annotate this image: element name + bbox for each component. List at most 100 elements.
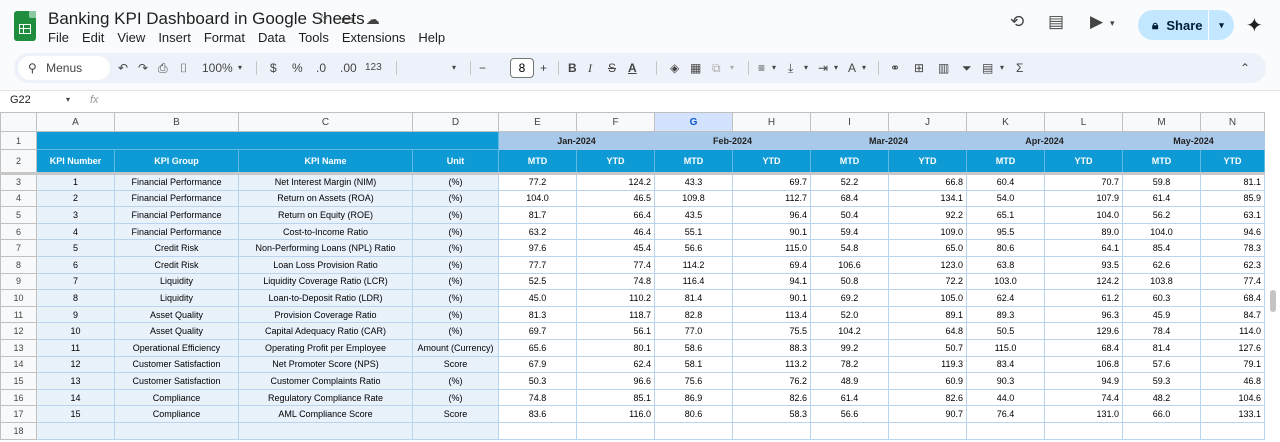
empty-cell[interactable] (576, 421, 655, 440)
unit-cell[interactable]: Amount (Currency) (412, 338, 499, 357)
value-cell[interactable]: 43.3 (654, 173, 733, 191)
value-cell[interactable]: 44.0 (966, 388, 1045, 407)
row-header[interactable]: 17 (0, 405, 37, 423)
name-box-chevron-icon[interactable]: ▾ (66, 95, 70, 104)
decrease-decimal-button[interactable]: .0 (316, 59, 326, 77)
kpi-group-cell[interactable]: Financial Performance (114, 222, 239, 241)
value-cell[interactable]: 60.3 (1122, 289, 1201, 307)
empty-cell[interactable] (1200, 421, 1265, 440)
bold-button[interactable]: B (568, 59, 577, 77)
value-cell[interactable]: 65.6 (498, 338, 577, 357)
kpi-number-cell[interactable]: 4 (36, 222, 115, 241)
value-cell[interactable]: 74.8 (498, 388, 577, 407)
empty-cell[interactable] (1044, 421, 1123, 440)
unit-cell[interactable]: Score (412, 355, 499, 374)
unit-cell[interactable]: (%) (412, 388, 499, 407)
gemini-sparkle-icon[interactable]: ✦ (1246, 13, 1263, 38)
search-menus-input[interactable]: ⚲ Menus (18, 56, 110, 80)
value-cell[interactable]: 61.2 (1044, 289, 1123, 307)
empty-cell[interactable] (966, 421, 1045, 440)
value-cell[interactable]: 68.4 (1200, 289, 1265, 307)
value-cell[interactable]: 80.6 (654, 405, 733, 423)
unit-cell[interactable]: (%) (412, 189, 499, 208)
print-icon[interactable]: ⎙ (158, 59, 168, 77)
kpi-number-cell[interactable]: 15 (36, 405, 115, 423)
name-box[interactable]: G22 (10, 94, 31, 106)
column-header-l[interactable]: L (1044, 112, 1123, 132)
row-header[interactable]: 11 (0, 305, 37, 324)
zoom-chevron-icon[interactable]: ▾ (238, 59, 242, 77)
horizontal-align-icon[interactable]: ≡ (758, 59, 765, 77)
value-cell[interactable]: 46.8 (1200, 372, 1265, 390)
column-header-j[interactable]: J (888, 112, 967, 132)
menu-item-help[interactable]: Help (418, 30, 445, 45)
value-cell[interactable]: 78.3 (1200, 239, 1265, 257)
kpi-group-cell[interactable]: Liquidity (114, 272, 239, 291)
value-cell[interactable]: 61.4 (810, 388, 889, 407)
row-header[interactable]: 5 (0, 206, 37, 224)
value-cell[interactable]: 74.4 (1044, 388, 1123, 407)
value-cell[interactable]: 88.3 (732, 338, 811, 357)
row-header[interactable]: 13 (0, 338, 37, 357)
value-cell[interactable]: 82.6 (732, 388, 811, 407)
kpi-group-cell[interactable]: Asset Quality (114, 305, 239, 324)
value-cell[interactable]: 116.0 (576, 405, 655, 423)
value-cell[interactable]: 106.8 (1044, 355, 1123, 374)
unit-cell[interactable]: (%) (412, 222, 499, 241)
value-cell[interactable]: 75.5 (732, 322, 811, 340)
value-cell[interactable]: 68.4 (1044, 338, 1123, 357)
value-cell[interactable]: 63.8 (966, 255, 1045, 274)
kpi-number-cell[interactable]: 11 (36, 338, 115, 357)
insert-chart-icon[interactable]: ▥ (938, 59, 949, 77)
value-cell[interactable]: 99.2 (810, 338, 889, 357)
kpi-group-cell[interactable]: Asset Quality (114, 322, 239, 340)
column-header-h[interactable]: H (732, 112, 811, 132)
kpi-number-cell[interactable]: 12 (36, 355, 115, 374)
value-cell[interactable]: 63.1 (1200, 206, 1265, 224)
column-header-f[interactable]: F (576, 112, 655, 132)
header-blank-cell[interactable] (36, 131, 499, 150)
more-formats-button[interactable]: 123 (365, 59, 382, 77)
value-cell[interactable]: 54.0 (966, 189, 1045, 208)
value-cell[interactable]: 97.6 (498, 239, 577, 257)
value-cell[interactable]: 96.4 (732, 206, 811, 224)
value-cell[interactable]: 94.9 (1044, 372, 1123, 390)
value-cell[interactable]: 115.0 (966, 338, 1045, 357)
h-align-chevron-icon[interactable]: ▾ (772, 59, 776, 77)
row-header[interactable]: 2 (0, 149, 37, 175)
zoom-select[interactable]: 100% (202, 59, 233, 77)
value-cell[interactable]: 113.4 (732, 305, 811, 324)
value-cell[interactable]: 66.8 (888, 173, 967, 191)
value-cell[interactable]: 50.4 (810, 206, 889, 224)
unit-cell[interactable]: (%) (412, 272, 499, 291)
value-cell[interactable]: 85.9 (1200, 189, 1265, 208)
paint-format-icon[interactable]: ⌷ (180, 59, 187, 77)
value-cell[interactable]: 52.0 (810, 305, 889, 324)
filter-icon[interactable]: ⏷ (962, 59, 972, 77)
column-header-k[interactable]: K (966, 112, 1045, 132)
value-cell[interactable]: 62.4 (966, 289, 1045, 307)
ytd-header[interactable]: YTD (732, 149, 811, 175)
row-header[interactable]: 9 (0, 272, 37, 291)
font-size-input[interactable]: 8 (510, 58, 534, 78)
kpi-name-cell[interactable]: Provision Coverage Ratio (238, 305, 413, 324)
kpi-group-cell[interactable]: Liquidity (114, 289, 239, 307)
kpi-group-cell[interactable]: Operational Efficiency (114, 338, 239, 357)
empty-cell[interactable] (412, 421, 499, 440)
month-header[interactable]: May-2024 (1122, 131, 1265, 150)
value-cell[interactable]: 131.0 (1044, 405, 1123, 423)
value-cell[interactable]: 89.3 (966, 305, 1045, 324)
kpi-group-cell[interactable]: Credit Risk (114, 239, 239, 257)
empty-cell[interactable] (810, 421, 889, 440)
value-cell[interactable]: 81.3 (498, 305, 577, 324)
empty-cell[interactable] (1122, 421, 1201, 440)
spreadsheet-grid[interactable]: ABCDEFGHIJKLMN 1 Jan-2024 Feb-2024 Mar-2024… (0, 112, 1280, 442)
kpi-group-cell[interactable]: Credit Risk (114, 255, 239, 274)
value-cell[interactable]: 62.4 (576, 355, 655, 374)
undo-icon[interactable]: ↶ (118, 59, 128, 77)
kpi-number-cell[interactable]: 3 (36, 206, 115, 224)
value-cell[interactable]: 58.1 (654, 355, 733, 374)
value-cell[interactable]: 85.1 (576, 388, 655, 407)
kpi-name-cell[interactable]: Return on Equity (ROE) (238, 206, 413, 224)
value-cell[interactable]: 127.6 (1200, 338, 1265, 357)
